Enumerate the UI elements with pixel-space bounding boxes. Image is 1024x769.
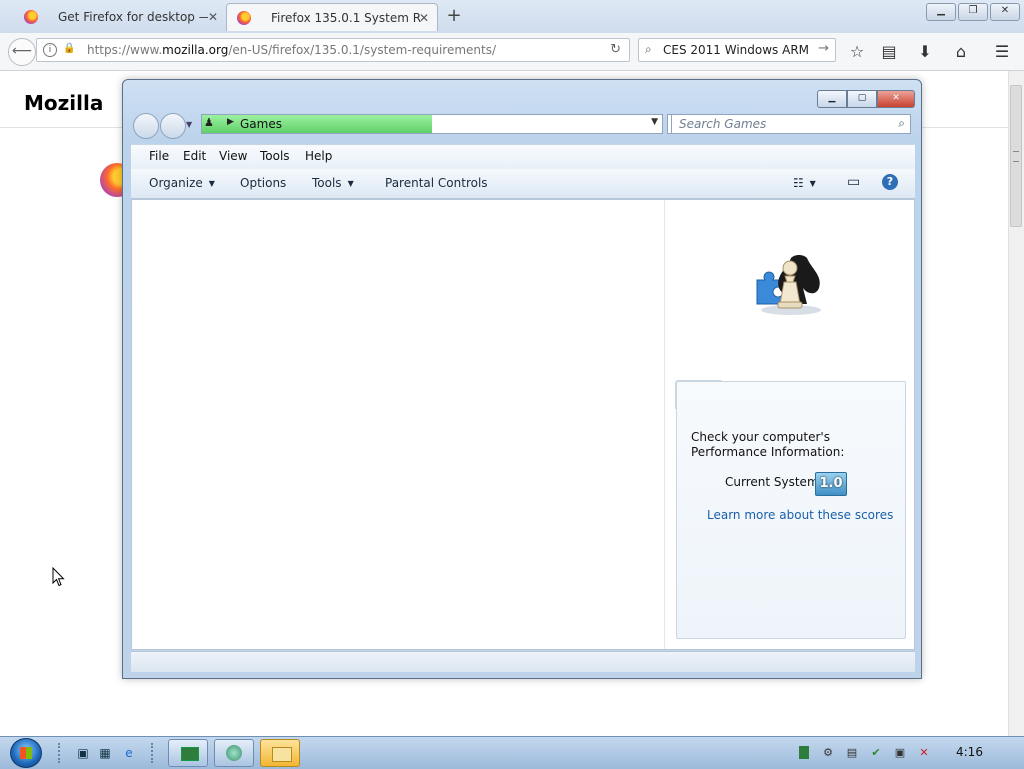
explorer-back-button[interactable] — [133, 113, 159, 139]
search-text: CES 2011 Windows ARM — [663, 43, 810, 57]
options-button[interactable]: Options — [240, 176, 286, 190]
performance-panel: Check your computer's Performance Inform… — [676, 381, 906, 639]
status-bar — [131, 651, 915, 672]
mozilla-logo[interactable]: Mozilla — [24, 91, 103, 115]
window-maximize-button[interactable]: ▢ — [847, 90, 877, 108]
navigation-toolbar: ⟵ i 🔒 https://www.mozilla.org/en-US/fire… — [0, 33, 1024, 71]
explorer-forward-button[interactable] — [160, 113, 186, 139]
document-icon[interactable]: ▤ — [845, 746, 859, 760]
menu-edit[interactable]: Edit — [183, 149, 206, 163]
volume-muted-icon[interactable]: ✕ — [917, 746, 931, 760]
games-list-pane[interactable] — [132, 200, 665, 649]
change-view-icon[interactable]: ☷ ▼ — [793, 176, 816, 190]
taskbar: ▣ ▦ e ⚙ ▤ ✔ ▣ ✕ 4:16 — [0, 736, 1024, 769]
close-window-button[interactable]: ✕ — [990, 3, 1020, 21]
explorer-address-bar[interactable]: ♟ ▶ Games ▼ — [201, 114, 663, 134]
learn-more-link[interactable]: Learn more about these scores — [707, 508, 893, 522]
lock-icon: 🔒 — [63, 43, 76, 54]
command-bar: Organize ▼ Options Tools ▼ Parental Contro… — [131, 169, 915, 199]
reading-list-icon[interactable]: ▤ — [878, 41, 900, 63]
taskbar-grip[interactable] — [58, 743, 63, 763]
taskbar-app-performance[interactable] — [168, 739, 208, 767]
firefox-favicon-icon — [24, 10, 38, 24]
site-info-icon[interactable]: i — [43, 43, 57, 57]
preview-pane-icon[interactable]: ▭ — [847, 174, 860, 190]
close-tab-icon[interactable]: ✕ — [208, 3, 218, 31]
menu-bar: File Edit View Tools Help — [131, 144, 915, 169]
search-icon: ⌕ — [645, 42, 652, 56]
games-icon — [751, 250, 827, 318]
reload-icon[interactable]: ↻ — [610, 42, 621, 57]
usb-device-icon[interactable]: ⚙ — [821, 746, 835, 760]
address-dropdown-icon[interactable]: ▼ — [651, 117, 658, 127]
menu-tools[interactable]: Tools — [260, 149, 290, 163]
search-bar[interactable]: ⌕ CES 2011 Windows ARM → — [638, 38, 836, 62]
tab-label: Get Firefox for desktop — Mozilla — [58, 10, 208, 24]
breadcrumb-arrow-icon[interactable]: ▶ — [227, 117, 234, 127]
current-system-label: Current System — [725, 475, 819, 489]
tools-button[interactable]: Tools ▼ — [312, 176, 354, 190]
explorer-navigation-row: ▼ ♟ ▶ Games ▼ ✕ Search Games ⌕ — [131, 112, 915, 139]
recent-pages-dropdown-icon[interactable]: ▼ — [186, 120, 192, 129]
system-tray: ⚙ ▤ ✔ ▣ ✕ — [795, 737, 1024, 769]
taskbar-app-firefox[interactable] — [214, 739, 254, 767]
search-go-icon[interactable]: → — [818, 41, 829, 56]
firefox-favicon-icon — [237, 11, 251, 25]
taskbar-grip[interactable] — [151, 743, 156, 763]
address-text: Games — [240, 117, 282, 131]
close-tab-icon[interactable]: ✕ — [419, 4, 429, 31]
games-folder-icon: ♟ — [204, 116, 214, 129]
url-text: https://www.mozilla.org/en-US/firefox/13… — [87, 43, 497, 57]
bookmark-star-icon[interactable]: ☆ — [846, 41, 868, 63]
back-button[interactable]: ⟵ — [8, 38, 36, 66]
network-icon[interactable]: ▣ — [893, 746, 907, 760]
home-icon[interactable]: ⌂ — [950, 41, 972, 63]
scrollbar-grip-icon — [1013, 151, 1019, 162]
tab-bar: Get Firefox for desktop — Mozilla ✕ Fire… — [0, 0, 1024, 34]
chevron-down-icon: ▼ — [208, 179, 215, 188]
tab-system-requirements[interactable]: Firefox 135.0.1 System Requirements ✕ — [226, 3, 438, 31]
experience-score-badge[interactable]: 1.0 — [815, 472, 847, 496]
address-progress-fill — [202, 115, 432, 133]
show-desktop-icon[interactable]: ▣ — [75, 745, 91, 761]
taskbar-app-games-explorer[interactable] — [260, 739, 300, 767]
window-minimize-button[interactable]: ▁ — [817, 90, 847, 108]
action-center-icon[interactable]: ✔ — [869, 746, 883, 760]
battery-icon[interactable] — [799, 746, 809, 759]
games-explorer-window: ▁ ▢ ✕ ▼ ♟ ▶ Games ▼ ✕ Search Games ⌕ Fil… — [122, 79, 922, 679]
explorer-search-box[interactable]: Search Games ⌕ — [671, 114, 911, 134]
windows-logo-icon — [20, 747, 32, 759]
start-button[interactable] — [10, 738, 42, 768]
tab-label: Firefox 135.0.1 System Requirements — [271, 11, 421, 25]
organize-button[interactable]: Organize ▼ — [149, 176, 215, 190]
menu-help[interactable]: Help — [305, 149, 332, 163]
clock[interactable]: 4:16 — [956, 745, 983, 759]
switch-windows-icon[interactable]: ▦ — [97, 745, 113, 761]
search-placeholder: Search Games — [679, 117, 767, 131]
tab-get-firefox[interactable]: Get Firefox for desktop — Mozilla ✕ — [14, 3, 226, 31]
url-bar[interactable]: i 🔒 https://www.mozilla.org/en-US/firefo… — [36, 38, 630, 62]
internet-explorer-icon[interactable]: e — [121, 745, 137, 761]
menu-icon[interactable]: ☰ — [991, 41, 1013, 63]
parental-controls-button[interactable]: Parental Controls — [385, 176, 488, 190]
chevron-down-icon: ▼ — [347, 179, 354, 188]
minimize-button[interactable]: ▁ — [926, 3, 956, 21]
search-icon[interactable]: ⌕ — [898, 116, 905, 131]
menu-view[interactable]: View — [219, 149, 247, 163]
help-icon[interactable]: ? — [882, 174, 898, 190]
download-icon[interactable]: ⬇ — [914, 41, 936, 63]
menu-file[interactable]: File — [149, 149, 169, 163]
performance-heading: Check your computer's Performance Inform… — [691, 430, 845, 459]
window-close-button[interactable]: ✕ — [877, 90, 915, 108]
new-tab-button[interactable]: + — [444, 6, 464, 26]
restore-button[interactable]: ❐ — [958, 3, 988, 21]
